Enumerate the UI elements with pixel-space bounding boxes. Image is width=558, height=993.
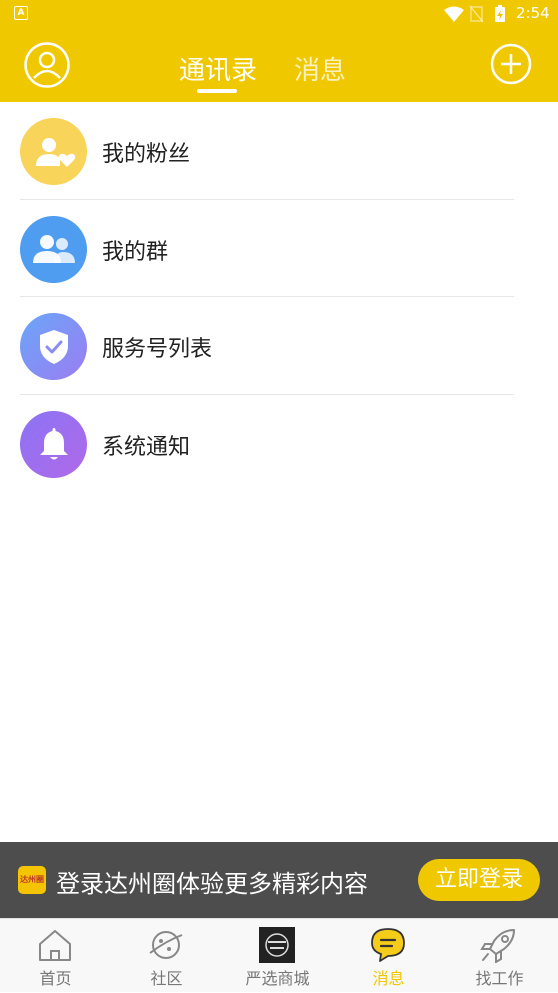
nav-label: 社区 <box>150 969 183 988</box>
nav-label: 严选商城 <box>245 969 310 988</box>
login-banner: 达州圈 登录达州圈体验更多精彩内容 立即登录 <box>0 842 558 918</box>
bell-icon <box>20 410 87 478</box>
list-item-label: 服务号列表 <box>102 337 213 362</box>
message-bubble-icon <box>371 928 405 962</box>
active-tab-indicator <box>197 89 237 93</box>
status-bar: A 2:54 <box>0 0 558 28</box>
rocket-icon <box>480 929 515 963</box>
nav-label: 首页 <box>39 969 72 988</box>
login-prompt-text: 登录达州圈体验更多精彩内容 <box>56 870 368 898</box>
status-time: 2:54 <box>516 4 550 22</box>
nav-mall[interactable]: 严选商城 <box>222 919 333 993</box>
shield-check-icon <box>20 313 87 380</box>
mall-logo-icon <box>259 927 295 963</box>
tab-contacts[interactable]: 通讯录 <box>179 50 257 87</box>
add-circle-icon[interactable] <box>490 43 532 85</box>
tab-messages[interactable]: 消息 <box>294 50 346 87</box>
home-icon <box>39 930 71 961</box>
list-item-label: 系统通知 <box>102 434 191 460</box>
nav-community[interactable]: 社区 <box>111 919 222 993</box>
login-button[interactable]: 立即登录 <box>418 859 540 901</box>
nav-messages[interactable]: 消息 <box>333 919 444 993</box>
status-icons <box>444 5 505 23</box>
fans-icon <box>20 118 87 185</box>
list-item-service-accounts[interactable]: 服务号列表 <box>0 297 558 395</box>
nav-jobs[interactable]: 找工作 <box>444 919 555 993</box>
notification-icon: A <box>14 6 28 20</box>
list-item-groups[interactable]: 我的群 <box>0 200 558 297</box>
list-item-label: 我的群 <box>102 239 169 265</box>
planet-icon <box>149 931 183 959</box>
list-item-label: 我的粉丝 <box>102 142 191 167</box>
group-icon <box>20 215 87 283</box>
nav-label: 找工作 <box>475 969 524 988</box>
top-header: A 2:54 通讯录 消息 <box>0 0 558 102</box>
contacts-list: 我的粉丝 我的群 服务号列表 系统通知 <box>0 102 558 492</box>
nav-label: 消息 <box>372 969 405 988</box>
list-item-system-notifications[interactable]: 系统通知 <box>0 395 558 493</box>
nav-home[interactable]: 首页 <box>0 919 111 993</box>
user-profile-icon[interactable] <box>24 42 70 88</box>
list-item-fans[interactable]: 我的粉丝 <box>0 102 558 200</box>
app-logo: 达州圈 <box>18 866 46 894</box>
bottom-nav: 首页 社区 严选商城 消息 找工作 <box>0 918 558 992</box>
